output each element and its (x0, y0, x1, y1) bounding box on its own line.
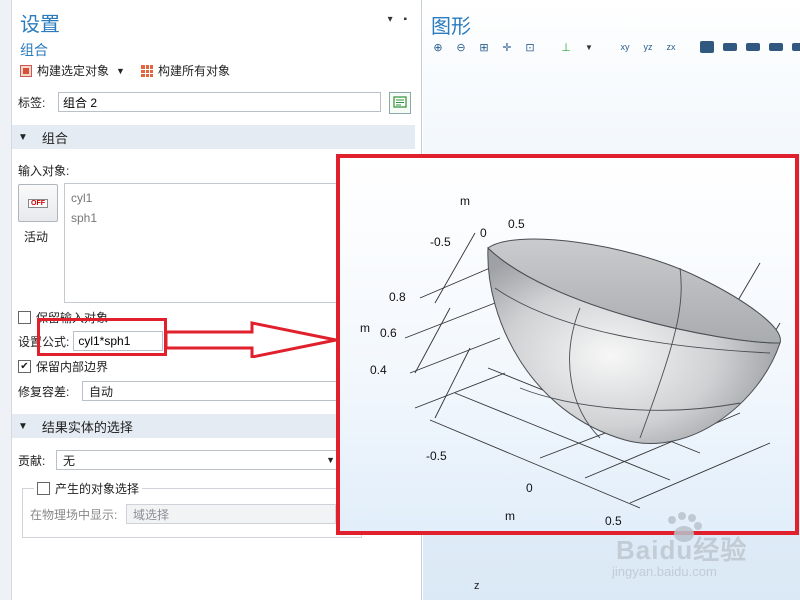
repair-tolerance-row: 修复容差: 自动 (18, 381, 342, 401)
view-side-icon[interactable] (744, 38, 762, 56)
section-combine-header[interactable]: ▼ 组合 (12, 125, 415, 149)
tick-label: -0.5 (430, 235, 451, 249)
contribute-select[interactable]: 无 ▼ (56, 450, 342, 470)
tick-label: 0 (526, 481, 533, 495)
active-toggle-button[interactable]: OFF (18, 184, 58, 222)
graphics-title: 图形 (431, 16, 471, 38)
build-all-button[interactable]: 构建所有对象 (140, 62, 230, 79)
active-label: 活动 (24, 230, 49, 244)
show-in-physics-select: 域选择 (126, 504, 336, 524)
zoom-selected-icon[interactable]: ✛ (498, 38, 516, 56)
tick-label: 0 (480, 226, 487, 240)
tick-label: 0.4 (370, 363, 387, 377)
yz-view-icon[interactable]: yz (639, 38, 657, 56)
formula-highlight-box (37, 318, 167, 356)
z-axis-label: z (474, 580, 480, 592)
xy-view-icon[interactable]: xy (616, 38, 634, 56)
settings-toolbar: 构建选定对象 ▼ 构建所有对象 (20, 62, 230, 79)
chevron-down-icon: ▼ (326, 455, 335, 465)
geometry-plot-frame[interactable]: m -0.5 0 0.5 m 0.8 0.6 0.4 -0.5 0 0.5 m (336, 154, 799, 535)
keep-interior-row: ✔ 保留内部边界 (18, 358, 108, 375)
show-in-physics-label: 在物理场中显示: (30, 507, 118, 522)
contribute-row: 贡献: 无 ▼ (18, 450, 342, 470)
list-item[interactable]: cyl1 (71, 188, 357, 208)
settings-title: 设置 (20, 14, 60, 36)
geometry-3d-view: m -0.5 0 0.5 m 0.8 0.6 0.4 -0.5 0 0.5 m (360, 194, 781, 528)
keep-interior-checkbox[interactable]: ✔ (18, 360, 31, 373)
view-top-icon[interactable] (767, 38, 785, 56)
input-objects-list[interactable]: cyl1 sph1 (64, 183, 364, 303)
axis-orientation-icon[interactable]: ⊥ (557, 38, 575, 56)
label-input[interactable] (58, 92, 381, 112)
collapse-triangle-icon: ▼ (18, 131, 28, 143)
axis-unit-label: m (460, 194, 470, 208)
generated-selection-checkbox[interactable] (37, 482, 50, 495)
comment-button[interactable] (389, 92, 411, 114)
watermark-url: jingyan.baidu.com (612, 564, 717, 579)
zoom-extents-icon[interactable]: ⊡ (521, 38, 539, 56)
panel-menu-pin-icons[interactable]: ▾ ▪ (388, 14, 411, 25)
view-front-icon[interactable] (721, 38, 739, 56)
axis-unit-label: m (360, 321, 370, 335)
zoom-out-icon[interactable]: ⊖ (452, 38, 470, 56)
annotation-arrow (164, 321, 337, 358)
baidu-watermark: Baidu经验 jingyan.baidu.com (612, 510, 772, 583)
contribute-label: 贡献: (18, 453, 46, 468)
repair-tolerance-select[interactable]: 自动 (82, 381, 342, 401)
view-bottom-icon[interactable] (790, 38, 800, 56)
tick-label: 0.8 (389, 290, 406, 304)
show-in-physics-row: 在物理场中显示: 域选择 (30, 504, 336, 524)
left-gutter (0, 0, 12, 600)
graphics-toolbar: ⊕ ⊖ ⊞ ✛ ⊡ ⊥ ▼ xy yz zx (429, 38, 800, 56)
list-item[interactable]: sph1 (71, 208, 357, 228)
off-toggle-icon: OFF (28, 198, 48, 208)
view-box-icon[interactable] (698, 38, 716, 56)
generated-selection-row: 产生的对象选择 (34, 480, 143, 497)
collapse-triangle-icon: ▼ (18, 420, 28, 432)
chevron-down-icon[interactable]: ▼ (580, 38, 598, 56)
comment-icon (393, 96, 407, 108)
build-selected-icon (20, 64, 32, 77)
keep-input-checkbox[interactable] (18, 311, 31, 324)
axis-unit-label: m (505, 509, 515, 523)
tick-label: 0.6 (380, 326, 397, 340)
zx-view-icon[interactable]: zx (662, 38, 680, 56)
zoom-in-icon[interactable]: ⊕ (429, 38, 447, 56)
node-subtitle: 组合 (20, 42, 48, 58)
tick-label: -0.5 (426, 449, 447, 463)
label-field-label: 标签: (18, 95, 46, 110)
build-selected-button[interactable]: 构建选定对象 ▼ (20, 62, 125, 79)
build-all-icon (140, 64, 153, 77)
chevron-down-icon[interactable]: ▼ (116, 66, 125, 76)
label-row: 标签: (18, 92, 381, 112)
repair-tolerance-label: 修复容差: (18, 384, 70, 399)
watermark-brand: Baidu经验 (616, 535, 748, 565)
zoom-box-icon[interactable]: ⊞ (475, 38, 493, 56)
input-objects-label: 输入对象: (18, 164, 70, 178)
tick-label: 0.5 (508, 217, 525, 231)
